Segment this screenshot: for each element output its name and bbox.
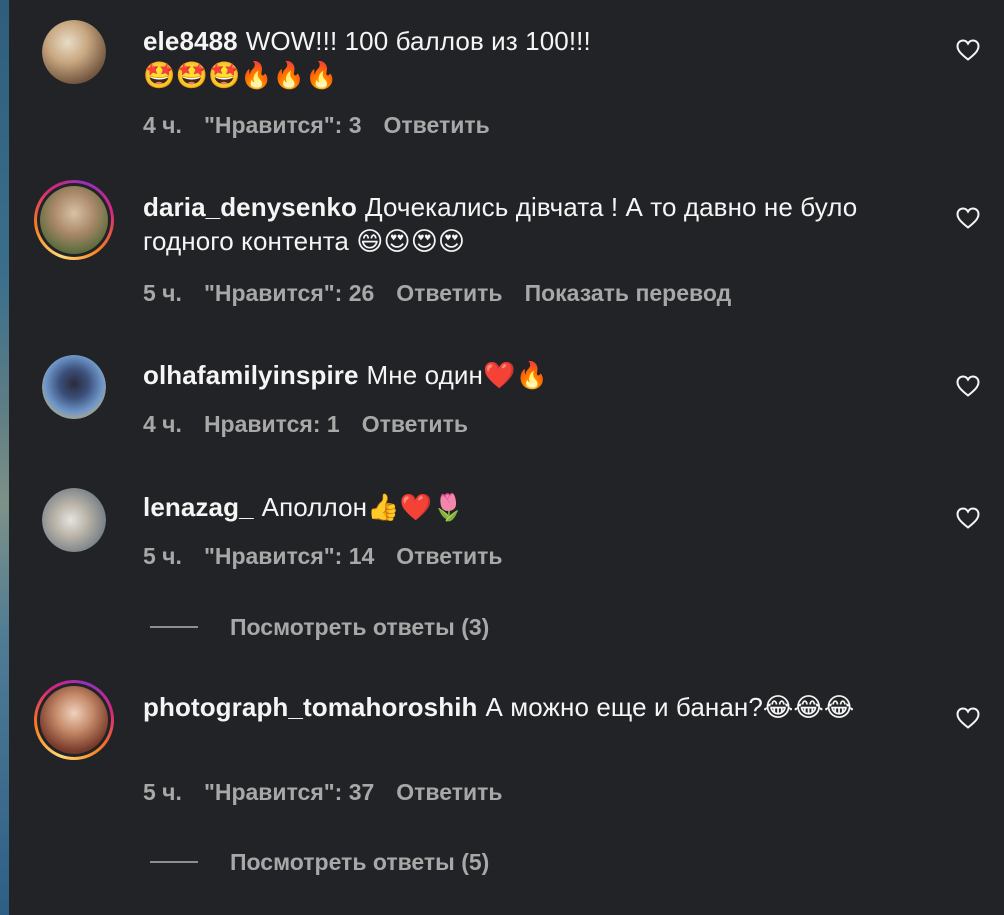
comment-meta: 5 ч. "Нравится": 14 Ответить	[143, 542, 525, 570]
comment-time[interactable]: 5 ч.	[143, 543, 182, 569]
comments-list: ele8488 WOW!!! 100 баллов из 100!!! 🤩🤩🤩🔥🔥…	[0, 0, 1004, 915]
avatar[interactable]	[34, 680, 114, 760]
comment-meta: 4 ч. "Нравится": 3 Ответить	[143, 111, 512, 139]
comment-text: А можно еще и банан?😂😂😂	[485, 692, 855, 722]
comment-username[interactable]: ele8488	[143, 26, 238, 56]
reply-button[interactable]: Ответить	[396, 280, 502, 306]
reply-button[interactable]: Ответить	[384, 112, 490, 138]
comment-text: Мне один❤️🔥	[366, 360, 548, 390]
comment-meta: 4 ч. Нравится: 1 Ответить	[143, 410, 490, 438]
comment-text: Аполлон👍❤️🌷	[261, 492, 465, 522]
reply-button[interactable]: Ответить	[362, 411, 468, 437]
heart-icon[interactable]	[956, 375, 980, 397]
comment-text: WOW!!! 100 баллов из 100!!!	[245, 26, 591, 56]
comment-username[interactable]: photograph_tomahoroshih	[143, 692, 478, 722]
avatar[interactable]	[42, 355, 106, 419]
comment-likes[interactable]: "Нравится": 26	[204, 280, 374, 306]
comment-username[interactable]: olhafamilyinspire	[143, 360, 359, 390]
avatar[interactable]	[42, 488, 106, 552]
heart-icon[interactable]	[956, 39, 980, 61]
comment-body: photograph_tomahoroshih А можно еще и бан…	[143, 690, 933, 724]
avatar[interactable]	[42, 20, 106, 84]
comment-time[interactable]: 5 ч.	[143, 280, 182, 306]
comment-likes[interactable]: "Нравится": 14	[204, 543, 374, 569]
replies-divider	[150, 625, 198, 628]
comment-username[interactable]: lenazag_	[143, 492, 254, 522]
reply-button[interactable]: Ответить	[396, 779, 502, 805]
comment-time[interactable]: 4 ч.	[143, 411, 182, 437]
view-replies-label: Посмотреть ответы (3)	[230, 614, 490, 640]
translate-button[interactable]: Показать перевод	[525, 280, 732, 306]
heart-icon[interactable]	[956, 707, 980, 729]
comment-username[interactable]: daria_denysenko	[143, 192, 357, 222]
comment-meta: 5 ч. "Нравится": 26 Ответить Показать перев…	[143, 279, 753, 307]
comment-meta: 5 ч. "Нравится": 37 Ответить	[143, 778, 525, 806]
replies-divider	[150, 860, 198, 863]
view-replies-label: Посмотреть ответы (5)	[230, 849, 490, 875]
avatar[interactable]	[34, 180, 114, 260]
comment-time[interactable]: 4 ч.	[143, 112, 182, 138]
comment-likes[interactable]: Нравится: 1	[204, 411, 340, 437]
heart-icon[interactable]	[956, 507, 980, 529]
view-replies-button[interactable]: Посмотреть ответы (5)	[150, 848, 489, 876]
comment-body: daria_denysenko Дочекались дівчата ! А то…	[143, 190, 933, 258]
view-replies-button[interactable]: Посмотреть ответы (3)	[150, 613, 489, 641]
comment-emoji-line: 🤩🤩🤩🔥🔥🔥	[143, 61, 338, 91]
comment-time[interactable]: 5 ч.	[143, 779, 182, 805]
comment-likes[interactable]: "Нравится": 3	[204, 112, 362, 138]
heart-icon[interactable]	[956, 207, 980, 229]
comment-likes[interactable]: "Нравится": 37	[204, 779, 374, 805]
reply-button[interactable]: Ответить	[396, 543, 502, 569]
